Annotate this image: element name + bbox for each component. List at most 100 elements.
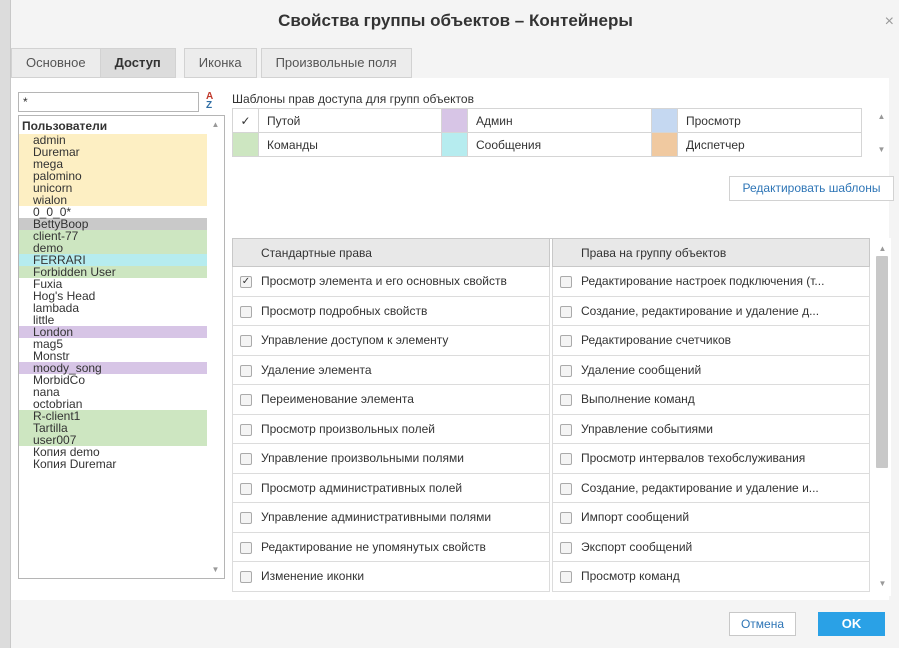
right-item[interactable]: Просмотр интервалов техобслуживания: [552, 444, 870, 474]
right-label: Экспорт сообщений: [581, 539, 693, 554]
group-rights-header: Права на группу объектов: [552, 239, 870, 267]
right-item[interactable]: Изменение иконки: [232, 562, 550, 592]
right-checkbox[interactable]: [240, 512, 252, 524]
tab-custom-fields[interactable]: Произвольные поля: [260, 48, 412, 78]
template-item[interactable]: Сообщения: [467, 132, 652, 157]
right-item[interactable]: Управление событиями: [552, 414, 870, 444]
right-label: Создание, редактирование и удаление и...: [581, 480, 819, 495]
right-checkbox[interactable]: [560, 482, 572, 495]
right-checkbox[interactable]: [240, 335, 252, 347]
scroll-up-icon[interactable]: ▲: [207, 120, 224, 129]
right-checkbox[interactable]: [240, 571, 252, 583]
edit-templates-button[interactable]: Редактировать шаблоны: [729, 176, 894, 201]
right-label: Переименование элемента: [261, 392, 414, 406]
right-item[interactable]: Импорт сообщений: [552, 503, 870, 533]
template-swatch[interactable]: [651, 108, 678, 133]
right-item[interactable]: Экспорт сообщений: [552, 532, 870, 562]
right-checkbox[interactable]: [240, 541, 252, 554]
right-label: Удаление элемента: [261, 362, 372, 377]
right-checkbox[interactable]: [560, 335, 572, 347]
right-label: Просмотр интервалов техобслуживания: [581, 451, 806, 465]
right-item[interactable]: Переименование элемента: [232, 385, 550, 415]
right-item[interactable]: Просмотр административных полей: [232, 473, 550, 503]
right-checkbox[interactable]: [560, 394, 572, 406]
right-label: Редактирование настроек подключения (т..…: [581, 274, 825, 288]
sort-az-icon[interactable]: A Z: [206, 92, 222, 112]
right-label: Импорт сообщений: [581, 510, 690, 524]
scrollbar-thumb[interactable]: [876, 256, 888, 468]
right-label: Управление доступом к элементу: [261, 333, 449, 347]
tab-general[interactable]: Основное: [11, 48, 101, 78]
template-item[interactable]: Просмотр: [677, 108, 862, 133]
user-list-item[interactable]: Копия Duremar: [19, 458, 208, 470]
right-checkbox[interactable]: [560, 571, 572, 583]
group-rights-column: Права на группу объектов Редактирование …: [552, 239, 870, 592]
cancel-button[interactable]: Отмена: [729, 612, 796, 636]
right-item[interactable]: Просмотр подробных свойств: [232, 296, 550, 326]
right-checkbox[interactable]: [560, 423, 572, 436]
rights-grid: Стандартные права ✓ Просмотр элемента и е…: [232, 238, 870, 596]
template-item[interactable]: Диспетчер: [677, 132, 862, 157]
user-filter-input[interactable]: [18, 92, 199, 112]
template-item[interactable]: Путой: [258, 108, 442, 133]
scroll-up-icon[interactable]: ▲: [873, 112, 890, 121]
right-label: Удаление сообщений: [581, 362, 702, 377]
right-checkbox[interactable]: [240, 423, 252, 436]
template-swatch[interactable]: [232, 132, 259, 157]
right-checkbox[interactable]: [560, 305, 572, 318]
scroll-down-icon[interactable]: ▼: [873, 145, 890, 154]
right-checkbox[interactable]: [240, 394, 252, 406]
user-list[interactable]: Пользователи admin Duremar mega palomino uni…: [18, 115, 225, 579]
right-item[interactable]: Удаление сообщений: [552, 355, 870, 385]
right-label: Просмотр произвольных полей: [261, 421, 435, 436]
right-label: Редактирование счетчиков: [581, 333, 732, 347]
right-checkbox[interactable]: [240, 305, 252, 318]
right-checkbox[interactable]: [560, 541, 572, 554]
template-item[interactable]: Команды: [258, 132, 442, 157]
right-checkbox[interactable]: [560, 453, 572, 465]
right-checkbox[interactable]: [240, 453, 252, 465]
user-group-label: Пользователи: [22, 119, 108, 133]
template-swatch[interactable]: [441, 108, 468, 133]
right-label: Просмотр команд: [581, 569, 680, 583]
right-checkbox[interactable]: ✓: [240, 276, 252, 288]
right-item[interactable]: Редактирование не упомянутых свойств: [232, 532, 550, 562]
right-label: Управление административными полями: [261, 510, 492, 524]
right-item[interactable]: Управление произвольными полями: [232, 444, 550, 474]
right-label: Изменение иконки: [261, 569, 365, 583]
right-checkbox[interactable]: [560, 276, 572, 288]
scroll-up-icon[interactable]: ▲: [874, 244, 891, 253]
right-item[interactable]: ✓ Просмотр элемента и его основных свойст…: [232, 267, 550, 297]
template-swatch[interactable]: ✓: [232, 108, 259, 133]
ok-button[interactable]: OK: [818, 612, 885, 636]
dialog-titlebar: Свойства группы объектов – Контейнеры ×: [11, 0, 899, 42]
user-list-items: Пользователи admin Duremar mega palomino uni…: [19, 119, 208, 470]
template-swatch[interactable]: [441, 132, 468, 157]
right-checkbox[interactable]: [560, 364, 572, 377]
right-checkbox[interactable]: [240, 482, 252, 495]
right-checkbox[interactable]: [560, 512, 572, 524]
user-list-scrollbar[interactable]: ▲ ▼: [207, 116, 224, 578]
right-item[interactable]: Просмотр команд: [552, 562, 870, 592]
template-swatch[interactable]: [651, 132, 678, 157]
tab-access[interactable]: Доступ: [100, 48, 176, 78]
right-item[interactable]: Редактирование настроек подключения (т..…: [552, 267, 870, 297]
close-icon[interactable]: ×: [885, 13, 894, 31]
right-label: Редактирование не упомянутых свойств: [261, 539, 486, 554]
right-item[interactable]: Создание, редактирование и удаление и...: [552, 473, 870, 503]
right-item[interactable]: Управление доступом к элементу: [232, 326, 550, 356]
rights-scrollbar[interactable]: ▲ ▼: [874, 238, 891, 596]
right-checkbox[interactable]: [240, 364, 252, 377]
right-item[interactable]: Создание, редактирование и удаление д...: [552, 296, 870, 326]
right-item[interactable]: Выполнение команд: [552, 385, 870, 415]
templates-scrollbar[interactable]: ▲ ▼: [873, 108, 890, 156]
tab-icon[interactable]: Иконка: [183, 48, 257, 78]
scroll-down-icon[interactable]: ▼: [874, 579, 891, 588]
right-item[interactable]: Редактирование счетчиков: [552, 326, 870, 356]
template-item[interactable]: Админ: [467, 108, 652, 133]
right-item[interactable]: Просмотр произвольных полей: [232, 414, 550, 444]
scroll-down-icon[interactable]: ▼: [207, 565, 224, 574]
right-item[interactable]: Удаление элемента: [232, 355, 550, 385]
standard-rights-column: Стандартные права ✓ Просмотр элемента и е…: [232, 239, 550, 592]
right-item[interactable]: Управление административными полями: [232, 503, 550, 533]
